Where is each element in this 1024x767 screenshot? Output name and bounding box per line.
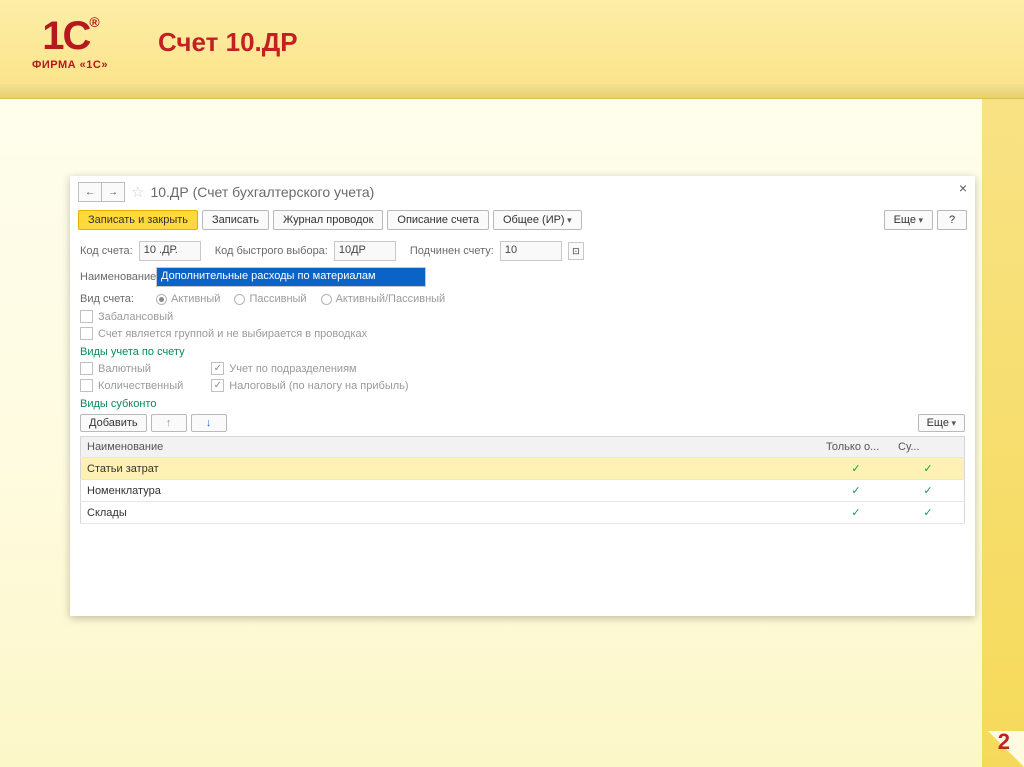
cell-only-check-icon[interactable]: ✓ <box>820 502 892 524</box>
chk-offbalance-label: Забалансовый <box>98 311 173 323</box>
slide-title: Счет 10.ДР <box>158 27 298 58</box>
journal-button[interactable]: Журнал проводок <box>273 210 383 230</box>
move-up-icon[interactable]: ↑ <box>151 414 187 432</box>
parent-open-icon[interactable]: ⊡ <box>568 242 584 260</box>
row-name: Наименование: Дополнительные расходы по … <box>80 264 965 290</box>
label-name: Наименование: <box>80 271 150 283</box>
favorite-star-icon[interactable]: ☆ <box>131 183 144 201</box>
cell-name: Номенклатура <box>81 480 821 502</box>
brand-reg: ® <box>89 14 97 30</box>
add-button[interactable]: Добавить <box>80 414 147 432</box>
chk-by-division-label: Учет по подразделениям <box>229 363 356 375</box>
save-button[interactable]: Записать <box>202 210 269 230</box>
code-input[interactable]: 10 .ДР. <box>139 241 201 261</box>
more-button[interactable]: Еще <box>884 210 933 230</box>
row-kind: Вид счета: Активный Пассивный Активный/П… <box>80 290 965 308</box>
table-header-row: Наименование Только о... Су... <box>81 437 965 458</box>
kind-radio-group: Активный Пассивный Активный/Пассивный <box>156 293 445 305</box>
radio-active-label: Активный <box>171 293 220 305</box>
chk-quantity[interactable] <box>80 379 93 392</box>
chk-currency[interactable] <box>80 362 93 375</box>
subkonto-toolbar: Добавить ↑ ↓ Еще <box>80 412 965 436</box>
slide-separator <box>0 84 1024 99</box>
description-button[interactable]: Описание счета <box>387 210 489 230</box>
cell-sum-check-icon[interactable]: ✓ <box>892 458 965 480</box>
table-row[interactable]: Номенклатура✓✓ <box>81 480 965 502</box>
radio-passive[interactable]: Пассивный <box>234 293 306 305</box>
account-types-grid: Валютный Количественный Учет по подразде… <box>80 360 965 394</box>
chk-isgroup-label: Счет является группой и не выбирается в … <box>98 328 367 340</box>
table-row[interactable]: Статьи затрат✓✓ <box>81 458 965 480</box>
chk-currency-label: Валютный <box>98 363 151 375</box>
cell-only-check-icon[interactable]: ✓ <box>820 458 892 480</box>
row-offbalance: Забалансовый <box>80 308 965 325</box>
slide-header: 1C® ФИРМА «1С» Счет 10.ДР <box>0 0 1024 86</box>
chk-isgroup[interactable] <box>80 327 93 340</box>
label-parent: Подчинен счету: <box>410 245 494 257</box>
brand-logo: 1C® ФИРМА «1С» <box>10 14 130 71</box>
name-input[interactable]: Дополнительные расходы по материалам <box>156 267 426 287</box>
window-title: 10.ДР (Счет бухгалтерского учета) <box>150 184 374 200</box>
col-only[interactable]: Только о... <box>820 437 892 458</box>
move-down-icon[interactable]: ↓ <box>191 414 227 432</box>
radio-passive-label: Пассивный <box>249 293 306 305</box>
chk-offbalance[interactable] <box>80 310 93 323</box>
row-isgroup: Счет является группой и не выбирается в … <box>80 325 965 342</box>
common-ir-button[interactable]: Общее (ИР) <box>493 210 582 230</box>
brand-1c: 1C <box>42 14 89 58</box>
section-account-types: Виды учета по счету <box>80 342 965 360</box>
window-titlebar: ← → ☆ 10.ДР (Счет бухгалтерского учета) … <box>70 176 975 206</box>
help-button[interactable]: ? <box>937 210 967 230</box>
brand-logo-text: 1C® <box>42 14 97 59</box>
col-sum[interactable]: Су... <box>892 437 965 458</box>
cell-sum-check-icon[interactable]: ✓ <box>892 502 965 524</box>
chk-tax[interactable] <box>211 379 224 392</box>
radio-active-passive-label: Активный/Пассивный <box>336 293 446 305</box>
brand-subtitle: ФИРМА «1С» <box>32 59 108 71</box>
close-icon[interactable]: × <box>959 180 967 196</box>
parent-input[interactable]: 10 <box>500 241 562 261</box>
col-name[interactable]: Наименование <box>81 437 821 458</box>
radio-active[interactable]: Активный <box>156 293 220 305</box>
app-window: ← → ☆ 10.ДР (Счет бухгалтерского учета) … <box>70 176 975 616</box>
cell-sum-check-icon[interactable]: ✓ <box>892 480 965 502</box>
cell-name: Статьи затрат <box>81 458 821 480</box>
chk-by-division[interactable] <box>211 362 224 375</box>
fastcode-input[interactable]: 10ДР <box>334 241 396 261</box>
chk-quantity-label: Количественный <box>98 380 183 392</box>
nav-back-button[interactable]: ← <box>78 182 102 202</box>
account-form: Код счета: 10 .ДР. Код быстрого выбора: … <box>70 234 975 528</box>
label-code: Код счета: <box>80 245 133 257</box>
subkonto-table: Наименование Только о... Су... Статьи за… <box>80 436 965 524</box>
subkonto-more-button[interactable]: Еще <box>918 414 965 432</box>
nav-forward-button[interactable]: → <box>102 182 125 202</box>
radio-active-passive[interactable]: Активный/Пассивный <box>321 293 446 305</box>
cell-name: Склады <box>81 502 821 524</box>
main-toolbar: Записать и закрыть Записать Журнал прово… <box>70 206 975 234</box>
slide-side-strip <box>982 0 1024 767</box>
label-fastcode: Код быстрого выбора: <box>215 245 328 257</box>
section-subkonto: Виды субконто <box>80 394 965 412</box>
label-kind: Вид счета: <box>80 293 150 305</box>
save-and-close-button[interactable]: Записать и закрыть <box>78 210 198 230</box>
chk-tax-label: Налоговый (по налогу на прибыль) <box>229 380 408 392</box>
table-row[interactable]: Склады✓✓ <box>81 502 965 524</box>
row-codes: Код счета: 10 .ДР. Код быстрого выбора: … <box>80 238 965 264</box>
cell-only-check-icon[interactable]: ✓ <box>820 480 892 502</box>
slide-page-number: 2 <box>998 729 1010 755</box>
